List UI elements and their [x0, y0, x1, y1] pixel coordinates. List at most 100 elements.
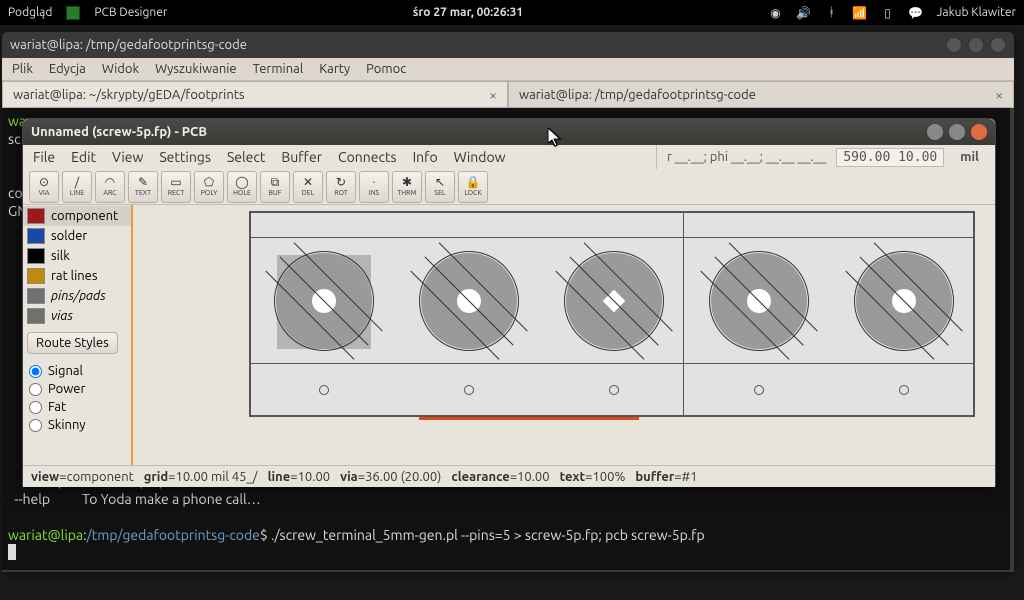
tab-close-icon[interactable]: ×: [489, 87, 497, 103]
tool-ins[interactable]: ·INS: [359, 171, 389, 203]
tool-thrm[interactable]: ✱THRM: [392, 171, 422, 203]
poly-icon: ⬠: [204, 177, 214, 189]
activities-button[interactable]: Podgląd: [8, 6, 52, 19]
tool-text[interactable]: ✎TEXT: [128, 171, 158, 203]
tool-buf[interactable]: ⧉BUF: [260, 171, 290, 203]
menu-settings[interactable]: Settings: [159, 149, 211, 165]
route-power[interactable]: Power: [29, 380, 125, 398]
pcb-canvas-area[interactable]: [133, 205, 995, 465]
menu-connects[interactable]: Connects: [338, 149, 397, 165]
user-menu[interactable]: Jakub Klawiter: [937, 6, 1016, 19]
tool-label: VIA: [39, 189, 50, 197]
pad-5[interactable]: [856, 253, 952, 349]
status-buffer-k: buffer: [635, 470, 674, 484]
route-signal[interactable]: Signal: [29, 362, 125, 380]
tool-line[interactable]: /LINE: [62, 171, 92, 203]
pcb-window: Unnamed (screw-5p.fp) - PCB File Edit Vi…: [22, 118, 996, 486]
rot-icon: ↻: [336, 177, 346, 189]
layer-vias[interactable]: vias: [23, 306, 131, 326]
terminal-title: wariat@lipa: /tmp/gedafootprintsg-code: [10, 38, 247, 52]
layer-rat-lines[interactable]: rat lines: [23, 266, 131, 286]
close-button[interactable]: [990, 37, 1006, 53]
menu-edit[interactable]: Edit: [71, 149, 96, 165]
menu-wyszukiwanie[interactable]: Wyszukiwanie: [155, 62, 237, 76]
rect-icon: ▭: [170, 177, 181, 189]
pad-2[interactable]: [421, 253, 517, 349]
tool-sel[interactable]: ↖SEL: [425, 171, 455, 203]
menu-pomoc[interactable]: Pomoc: [366, 62, 406, 76]
pad-1[interactable]: [276, 253, 372, 349]
tab-close-icon[interactable]: ×: [995, 87, 1003, 103]
terminal-tab-1[interactable]: wariat@lipa: /tmp/gedafootprintsg-code ×: [508, 81, 1014, 108]
route-skinny[interactable]: Skinny: [29, 416, 125, 434]
tool-via[interactable]: ⊙VIA: [29, 171, 59, 203]
tool-hole[interactable]: ◯HOLE: [227, 171, 257, 203]
status-via-k: via: [340, 470, 358, 484]
term-line: --help To Yoda make a phone call…: [8, 491, 261, 507]
maximize-button[interactable]: [968, 37, 984, 53]
tool-label: INS: [369, 189, 379, 197]
drc-marker: [419, 417, 639, 420]
route-radio[interactable]: [29, 365, 42, 378]
layer-pins-pads[interactable]: pins/pads: [23, 286, 131, 306]
menu-select[interactable]: Select: [227, 149, 265, 165]
menu-widok[interactable]: Widok: [102, 62, 139, 76]
menu-plik[interactable]: Plik: [12, 62, 33, 76]
tool-arc[interactable]: ◠ARC: [95, 171, 125, 203]
menu-terminal[interactable]: Terminal: [253, 62, 304, 76]
via-icon: ⊙: [39, 177, 49, 189]
clock[interactable]: śro 27 mar, 00:26:31: [167, 6, 768, 19]
chat-icon[interactable]: 💬: [909, 6, 923, 20]
menu-view[interactable]: View: [112, 149, 143, 165]
accessibility-icon[interactable]: ◉: [769, 6, 783, 20]
wifi-icon[interactable]: 📶: [853, 6, 867, 20]
menu-edycja[interactable]: Edycja: [49, 62, 86, 76]
route-radio[interactable]: [29, 401, 42, 414]
coord-polar: r __.__; phi __.__; __.__ __.__: [667, 150, 826, 164]
tool-rot[interactable]: ↻ROT: [326, 171, 356, 203]
route-radio[interactable]: [29, 419, 42, 432]
maximize-button[interactable]: [949, 124, 965, 140]
minimize-button[interactable]: [927, 124, 943, 140]
menu-karty[interactable]: Karty: [319, 62, 350, 76]
battery-icon[interactable]: ▯: [881, 6, 895, 20]
pcb-titlebar[interactable]: Unnamed (screw-5p.fp) - PCB: [23, 119, 995, 145]
coord-unit[interactable]: mil: [954, 150, 985, 164]
route-radio[interactable]: [29, 383, 42, 396]
status-view-v: =component: [59, 470, 134, 484]
layer-swatch: [27, 228, 45, 244]
status-line-v: =10.00: [290, 470, 330, 484]
pad-4[interactable]: [711, 253, 807, 349]
menu-info[interactable]: Info: [413, 149, 438, 165]
layer-solder[interactable]: solder: [23, 226, 131, 246]
tool-label: DEL: [302, 189, 314, 197]
layer-silk[interactable]: silk: [23, 246, 131, 266]
pad-3[interactable]: [566, 253, 662, 349]
tool-rect[interactable]: ▭RECT: [161, 171, 191, 203]
tool-poly[interactable]: ⬠POLY: [194, 171, 224, 203]
layer-component[interactable]: component: [23, 206, 131, 226]
menu-buffer[interactable]: Buffer: [281, 149, 322, 165]
menu-window[interactable]: Window: [454, 149, 506, 165]
route-styles-button[interactable]: Route Styles: [27, 332, 118, 354]
menu-file[interactable]: File: [33, 149, 55, 165]
status-clearance-k: clearance: [451, 470, 509, 484]
pcb-canvas[interactable]: [249, 211, 975, 417]
tab-label: wariat@lipa: /tmp/gedafootprintsg-code: [519, 88, 756, 102]
terminal-tab-0[interactable]: wariat@lipa: ~/skrypty/gEDA/footprints ×: [2, 81, 508, 108]
tool-del[interactable]: ✕DEL: [293, 171, 323, 203]
volume-icon[interactable]: 🔊: [797, 6, 811, 20]
route-fat[interactable]: Fat: [29, 398, 125, 416]
app-menu[interactable]: PCB Designer: [94, 6, 167, 19]
arc-icon: ◠: [105, 177, 115, 189]
close-button[interactable]: [971, 124, 987, 140]
status-grid-k: grid: [144, 470, 168, 484]
pin-marker-5: [899, 385, 909, 395]
status-text-k: text: [560, 470, 586, 484]
tool-label: HOLE: [233, 189, 251, 197]
bluetooth-icon[interactable]: ᚼ: [825, 6, 839, 20]
minimize-button[interactable]: [946, 37, 962, 53]
tool-lock[interactable]: 🔒LOCK: [458, 171, 488, 203]
ins-icon: ·: [373, 177, 376, 189]
terminal-titlebar[interactable]: wariat@lipa: /tmp/gedafootprintsg-code: [2, 32, 1014, 58]
